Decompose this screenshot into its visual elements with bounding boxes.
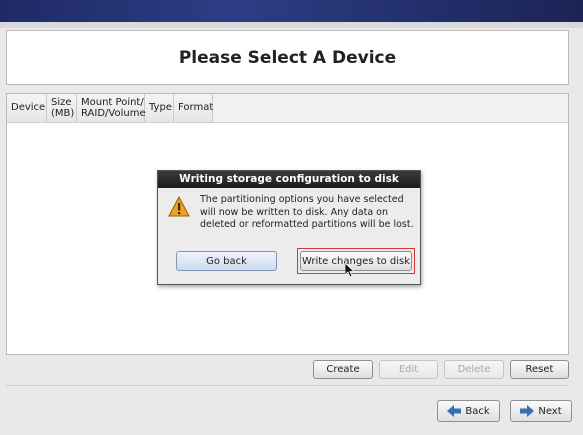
dialog-message: The partitioning options you have select… [200, 194, 414, 230]
arrow-right-icon [520, 405, 535, 417]
dialog-title: Writing storage configuration to disk [158, 171, 420, 188]
table-header: Device Size (MB) Mount Point/ RAID/Volum… [7, 94, 213, 123]
column-size-label-2: (MB) [51, 108, 75, 119]
next-button[interactable]: Next [510, 400, 572, 422]
write-confirm-dialog: Writing storage configuration to disk Th… [157, 170, 421, 285]
warning-icon [168, 196, 190, 217]
mouse-pointer-icon [345, 263, 355, 277]
go-back-button[interactable]: Go back [176, 251, 277, 271]
column-mount-point[interactable]: Mount Point/ RAID/Volume [77, 94, 146, 122]
column-format-label: Format [178, 102, 214, 113]
edit-button[interactable]: Edit [379, 360, 438, 379]
separator [6, 385, 569, 386]
next-label: Next [538, 405, 562, 417]
delete-button[interactable]: Delete [444, 360, 504, 379]
back-label: Back [465, 405, 490, 417]
top-banner [0, 0, 583, 22]
create-button[interactable]: Create [313, 360, 373, 379]
column-mount-label-1: Mount Point/ [81, 97, 144, 108]
column-type[interactable]: Type [145, 94, 174, 122]
column-device-label: Device [11, 102, 46, 113]
title-panel: Please Select A Device [6, 30, 569, 85]
back-button[interactable]: Back [437, 400, 500, 422]
column-format[interactable]: Format [174, 94, 213, 122]
column-mount-label-2: RAID/Volume [81, 108, 146, 119]
write-changes-button[interactable]: Write changes to disk [300, 251, 412, 271]
table-header-filler [213, 94, 568, 123]
page-title: Please Select A Device [178, 47, 397, 68]
arrow-left-icon [447, 405, 462, 417]
column-type-label: Type [149, 102, 172, 113]
banner-strip [0, 22, 583, 28]
reset-button[interactable]: Reset [510, 360, 569, 379]
column-size[interactable]: Size (MB) [47, 94, 77, 122]
column-device[interactable]: Device [7, 94, 47, 122]
column-size-label-1: Size [51, 97, 72, 108]
